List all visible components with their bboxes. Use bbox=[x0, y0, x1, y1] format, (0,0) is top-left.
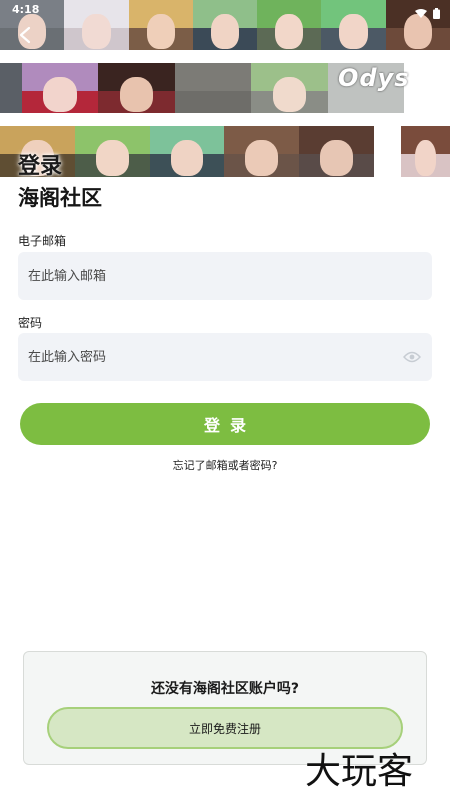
email-field[interactable] bbox=[28, 268, 422, 284]
status-time: 4:18 bbox=[12, 3, 40, 16]
password-label: 密码 bbox=[18, 316, 43, 330]
password-visibility-toggle[interactable] bbox=[402, 347, 422, 367]
battery-icon bbox=[433, 4, 440, 23]
page-title: 登录 bbox=[18, 154, 63, 179]
character-image bbox=[0, 63, 22, 113]
register-prompt: 还没有海阁社区账户吗? bbox=[150, 681, 300, 697]
character-image bbox=[98, 63, 175, 113]
character-image bbox=[401, 126, 450, 177]
watermark-logo: 大玩客 bbox=[305, 751, 414, 792]
forgot-credentials-link[interactable]: 忘记了邮箱或者密码? bbox=[0, 457, 450, 473]
character-image bbox=[224, 126, 300, 177]
character-image bbox=[174, 63, 252, 113]
back-button[interactable] bbox=[10, 24, 40, 50]
email-label: 电子邮箱 bbox=[18, 234, 67, 248]
character-image bbox=[299, 126, 374, 177]
back-arrow-icon bbox=[18, 26, 32, 48]
character-image bbox=[251, 63, 328, 113]
community-title: 海阁社区 bbox=[18, 186, 102, 210]
eye-icon bbox=[403, 348, 421, 367]
email-field-container bbox=[18, 252, 432, 300]
brand-logo: Odys bbox=[338, 64, 410, 92]
banner-collage: Odys 4:18 登录 bbox=[0, 0, 450, 180]
login-button[interactable]: 登录 bbox=[20, 403, 430, 445]
collage-strip-4 bbox=[401, 126, 450, 177]
wifi-icon bbox=[415, 4, 427, 23]
password-field[interactable] bbox=[28, 349, 402, 365]
password-field-container bbox=[18, 333, 432, 381]
character-image bbox=[22, 63, 99, 113]
status-icons bbox=[415, 4, 440, 23]
status-bar: 4:18 bbox=[0, 0, 450, 20]
character-image bbox=[74, 126, 150, 177]
character-image bbox=[149, 126, 225, 177]
